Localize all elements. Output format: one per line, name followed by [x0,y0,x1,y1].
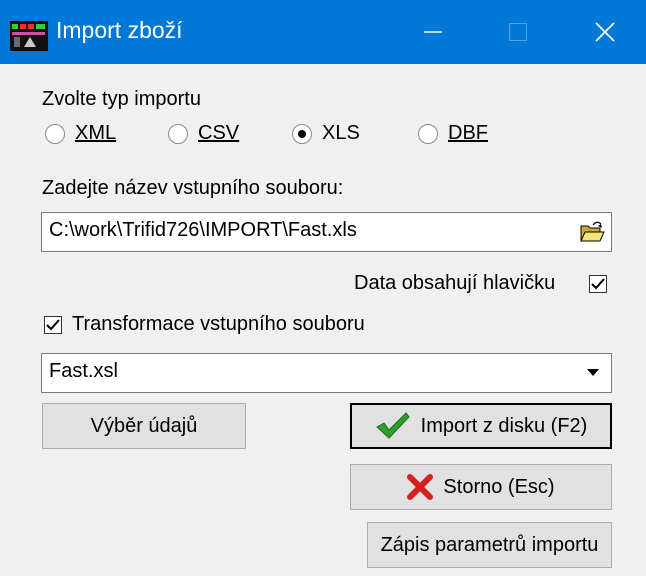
header-checkbox-label: Data obsahují hlavičku [354,272,556,294]
cancel-button[interactable]: Storno (Esc) [350,464,612,510]
transform-checkbox[interactable] [44,316,62,334]
save-params-button[interactable]: Zápis parametrů importu [367,522,612,568]
title-bar: Import zboží [0,0,646,64]
radio-xls[interactable]: XLS [292,122,360,145]
radio-csv[interactable]: CSV [168,122,239,145]
radio-dbf-label: DBF [448,122,488,144]
radio-circle-selected[interactable] [292,123,312,144]
folder-open-icon[interactable] [579,220,605,249]
red-x-icon [407,474,434,500]
radio-dot [298,129,306,138]
maximize-button[interactable] [485,0,551,64]
radio-csv-label: CSV [198,122,240,144]
radio-xml-label: XML [75,122,117,144]
window-title: Import zboží [56,17,183,43]
header-checkbox[interactable] [589,275,607,293]
cancel-button-label: Storno (Esc) [443,475,555,498]
radio-dbf[interactable]: DBF [418,122,488,145]
radio-circle[interactable] [45,123,65,144]
import-type-label: Zvolte typ importu [42,88,201,110]
checkmark-icon [375,411,411,441]
chevron-down-icon[interactable] [576,355,610,391]
close-button[interactable] [572,0,638,64]
dialog-content: Zvolte typ importu XML CSV XLS DBF Zadej… [0,64,646,576]
transform-checkbox-label: Transformace vstupního souboru [72,313,365,335]
filename-value: C:\work\Trifid726\IMPORT\Fast.xls [49,219,357,241]
import-dialog: Import zboží Zvolte typ importu XML CSV … [0,0,646,576]
minimize-button[interactable] [400,0,466,64]
radio-circle[interactable] [168,123,188,144]
select-data-button[interactable]: Výběr údajů [42,403,246,449]
transform-select-value: Fast.xsl [49,360,118,382]
filename-input[interactable]: C:\work\Trifid726\IMPORT\Fast.xls [41,212,612,252]
transform-select[interactable]: Fast.xsl [41,353,612,393]
app-icon[interactable] [10,21,48,51]
filename-label: Zadejte název vstupního souboru: [42,177,344,199]
radio-xls-label: XLS [322,122,360,144]
import-button-label: Import z disku (F2) [420,414,588,437]
radio-xml[interactable]: XML [45,122,116,145]
radio-circle[interactable] [418,123,438,144]
import-button[interactable]: Import z disku (F2) [350,403,612,449]
